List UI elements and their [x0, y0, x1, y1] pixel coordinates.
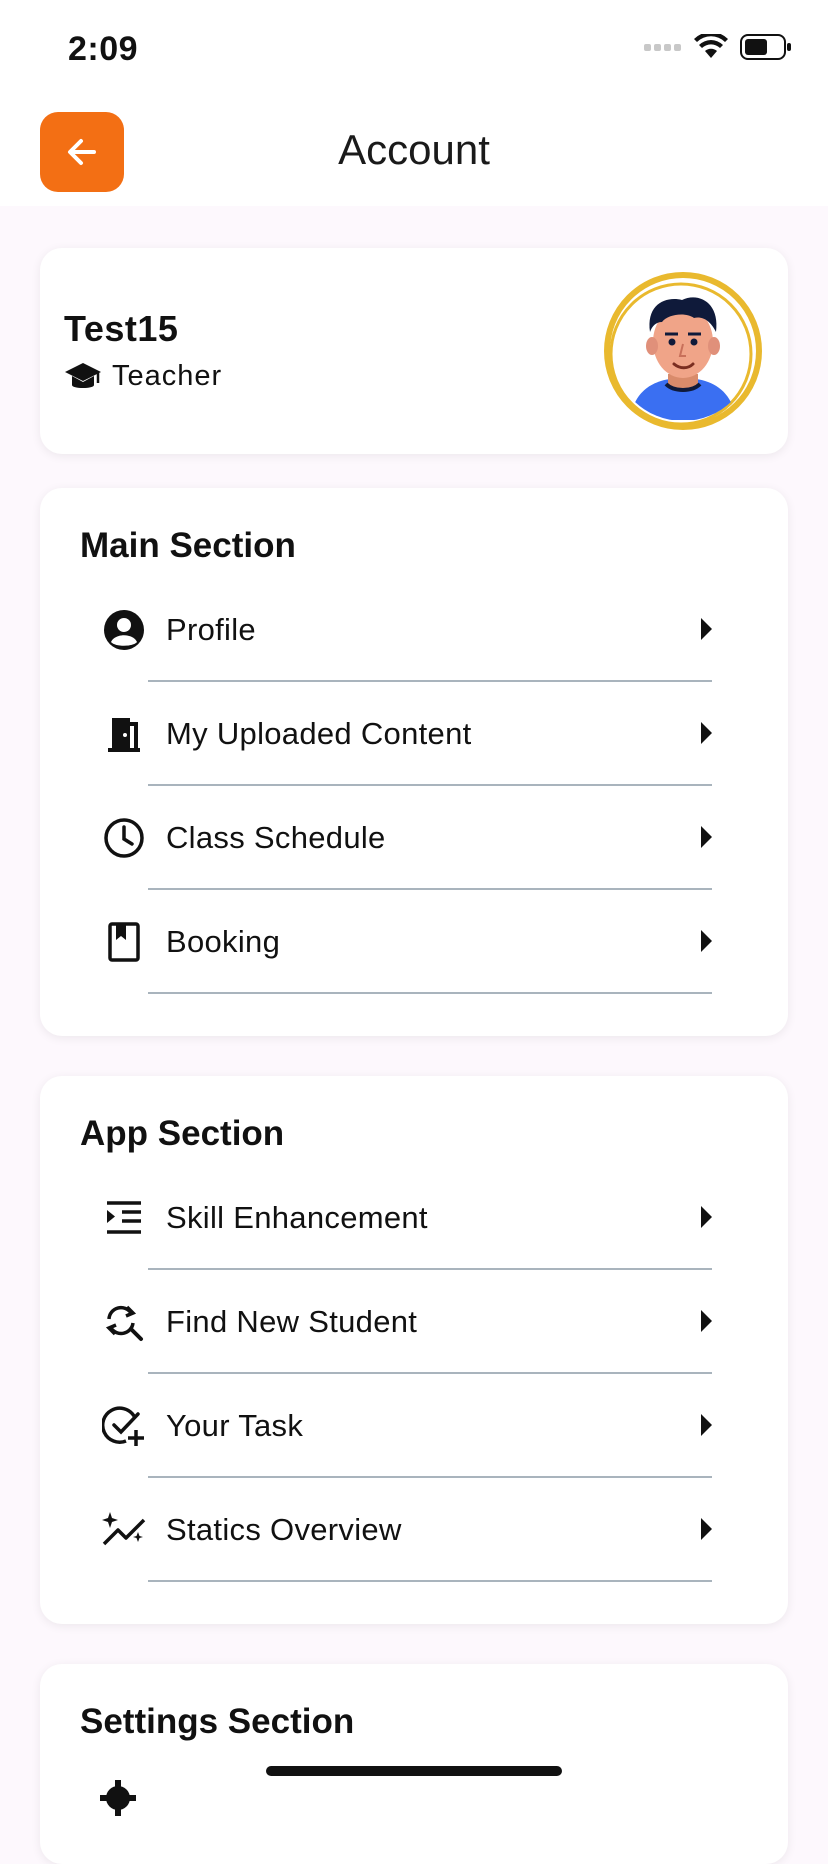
arrow-right-icon [701, 722, 712, 744]
menu-item-booking[interactable]: Booking [100, 890, 740, 994]
menu-item-find-new-student[interactable]: Find New Student [100, 1270, 740, 1374]
section-title: Settings Section [80, 1702, 355, 1741]
avatar[interactable] [602, 270, 764, 432]
account-circle-icon [102, 608, 146, 652]
home-indicator[interactable] [266, 1766, 562, 1776]
menu-item-class-schedule[interactable]: Class Schedule [100, 786, 740, 890]
menu-item-label: Skill Enhancement [166, 1200, 428, 1235]
menu-item-label: Class Schedule [166, 820, 386, 855]
battery-icon [740, 34, 791, 60]
menu-list: Skill Enhancement Find New Student Your … [100, 1166, 740, 1582]
arrow-right-icon [701, 618, 712, 640]
menu-item-profile[interactable]: Profile [100, 578, 740, 682]
arrow-right-icon [701, 1518, 712, 1540]
arrow-right-icon [701, 1206, 712, 1228]
user-role: Teacher [64, 360, 222, 393]
arrow-right-icon [701, 1414, 712, 1436]
app-bar: Account [0, 96, 828, 206]
user-name: Test15 [64, 308, 179, 349]
menu-item-label: Find New Student [166, 1304, 418, 1339]
page-title: Account [338, 126, 490, 173]
main-section-card: Main Section Profile My Uploaded Content… [40, 488, 788, 1036]
menu-item-label: Booking [166, 924, 281, 959]
menu-item-statics-overview[interactable]: Statics Overview [100, 1478, 740, 1582]
app-section-card: App Section Skill Enhancement Find New S… [40, 1076, 788, 1624]
indent-list-icon [102, 1196, 146, 1240]
status-bar: 2:09 [0, 0, 828, 96]
arrow-right-icon [701, 1310, 712, 1332]
menu-item-label: Your Task [166, 1408, 304, 1443]
sparkle-chart-icon [102, 1508, 146, 1552]
user-role-label: Teacher [112, 360, 223, 392]
section-title: App Section [80, 1114, 285, 1153]
menu-item-my-uploaded-content[interactable]: My Uploaded Content [100, 682, 740, 786]
gear-icon [100, 1780, 136, 1816]
section-title: Main Section [80, 526, 296, 565]
wifi-icon [694, 34, 728, 58]
graduation-cap-icon [65, 362, 101, 388]
door-icon [102, 712, 146, 756]
menu-item-label: Statics Overview [166, 1512, 402, 1547]
settings-section-card: Settings Section [40, 1664, 788, 1864]
menu-item-label: Profile [166, 612, 256, 647]
check-plus-icon [102, 1404, 146, 1448]
menu-item-skill-enhancement[interactable]: Skill Enhancement [100, 1166, 740, 1270]
profile-card[interactable]: Test15 Teacher [40, 248, 788, 454]
arrow-right-icon [701, 930, 712, 952]
status-time: 2:09 [68, 30, 139, 68]
signal-icon [644, 44, 681, 51]
arrow-right-icon [701, 826, 712, 848]
clock-icon [102, 816, 146, 860]
search-refresh-icon [102, 1300, 146, 1344]
menu-item-your-task[interactable]: Your Task [100, 1374, 740, 1478]
bookmark-book-icon [102, 920, 146, 964]
menu-list: Profile My Uploaded Content Class Schedu… [100, 578, 740, 994]
status-icons [644, 34, 792, 60]
menu-item-label: My Uploaded Content [166, 716, 472, 751]
